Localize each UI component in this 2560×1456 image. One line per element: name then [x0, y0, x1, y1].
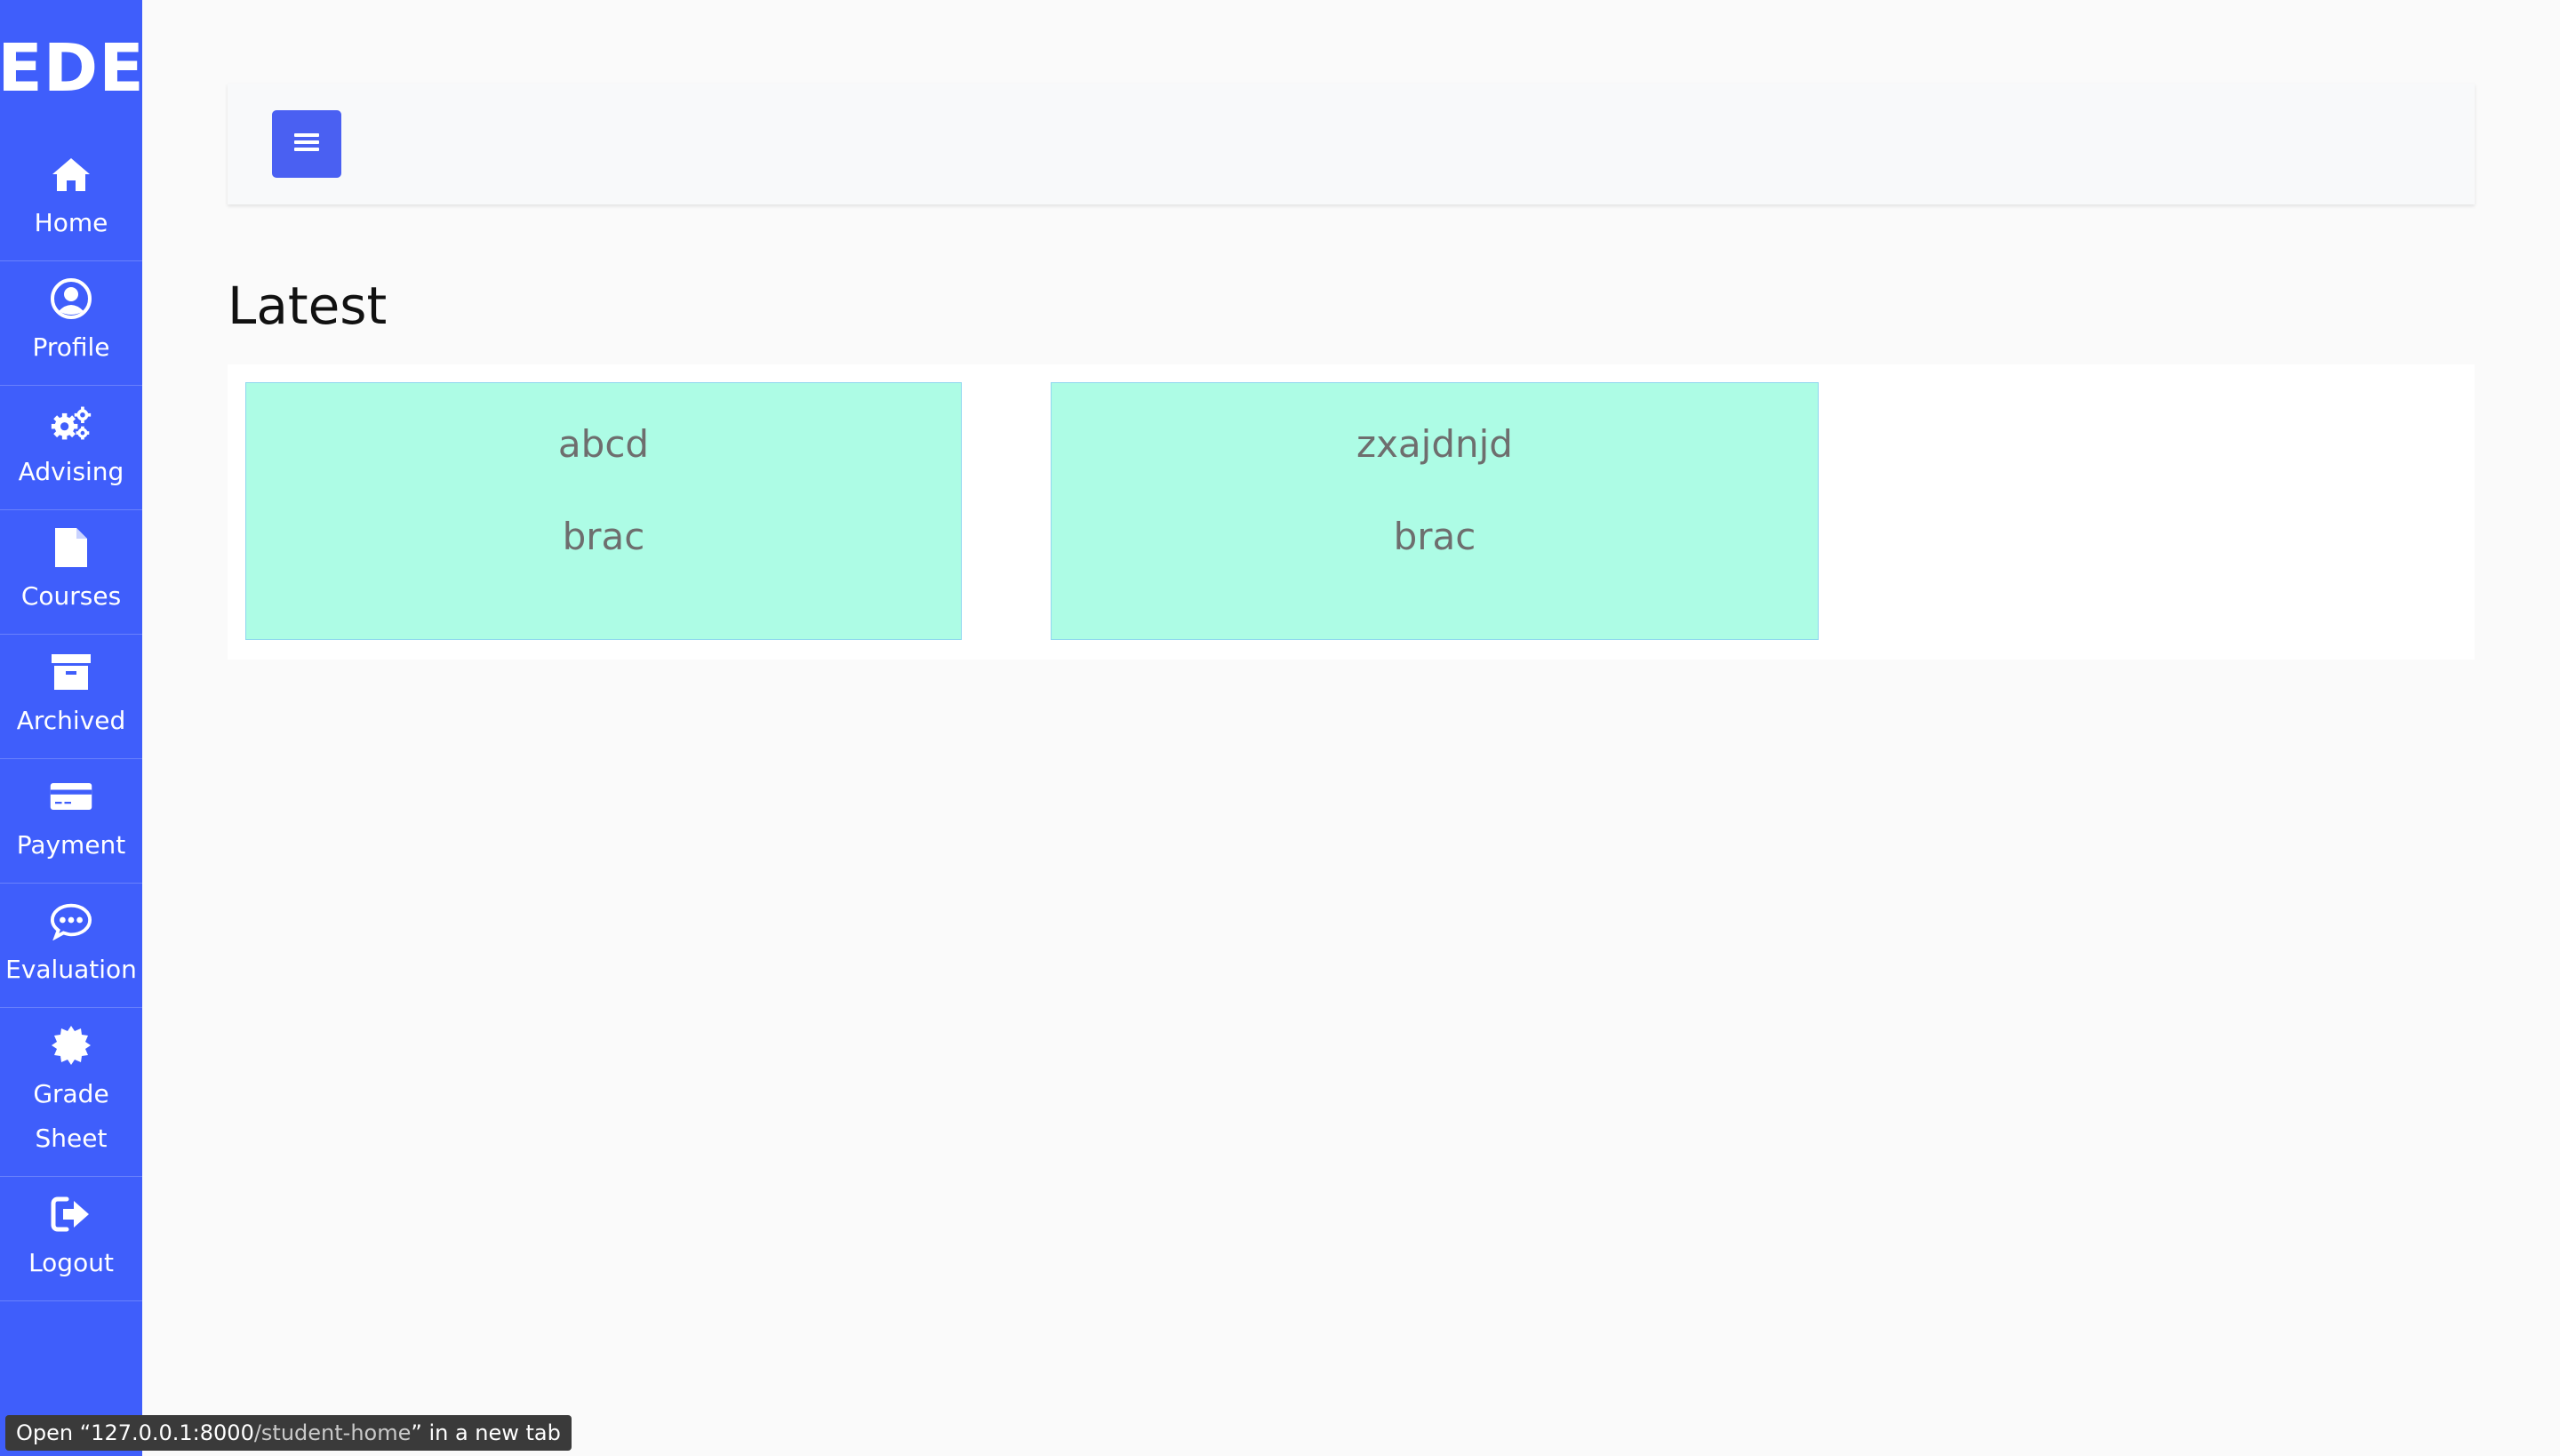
- card-subtitle: brac: [1393, 515, 1476, 558]
- sign-out-icon: [50, 1193, 92, 1236]
- sidebar-item-label: Advising: [18, 456, 124, 486]
- hamburger-icon: [294, 132, 319, 156]
- sidebar-item-label: Evaluation: [5, 954, 137, 984]
- sidebar-item-label: Logout: [28, 1247, 114, 1277]
- home-icon: [50, 153, 92, 196]
- logo[interactable]: EDE: [0, 0, 144, 137]
- sidebar-item-grade-sheet[interactable]: Grade Sheet: [0, 1008, 142, 1177]
- sidebar-item-logout[interactable]: Logout: [0, 1177, 142, 1301]
- card-subtitle: brac: [562, 515, 645, 558]
- card-title: zxajdnjd: [1356, 422, 1513, 466]
- course-card[interactable]: zxajdnjd brac: [1051, 382, 1819, 640]
- sidebar-item-label: Profile: [32, 332, 110, 362]
- status-path: /student-home: [253, 1420, 412, 1445]
- sidebar-item-label: Grade Sheet: [33, 1078, 109, 1153]
- sidebar-toggle-button[interactable]: [272, 110, 341, 178]
- course-card[interactable]: abcd brac: [245, 382, 962, 640]
- comment-dots-icon: [50, 900, 92, 942]
- sidebar-item-archived[interactable]: Archived: [0, 635, 142, 759]
- sidebar-item-label: Courses: [20, 580, 122, 611]
- status-suffix: ” in a new tab: [411, 1420, 561, 1445]
- sidebar-item-home[interactable]: Home: [0, 137, 142, 261]
- page-title: Latest: [228, 276, 388, 336]
- card-title: abcd: [557, 422, 650, 466]
- credit-card-icon: [50, 775, 92, 818]
- sidebar-item-courses[interactable]: Courses: [0, 510, 142, 635]
- archive-icon: [50, 651, 92, 693]
- sidebar-item-label: Home: [34, 207, 108, 237]
- status-host: 127.0.0.1:8000: [91, 1420, 254, 1445]
- sidebar-item-label: Payment: [16, 829, 126, 860]
- sidebar-item-advising[interactable]: Advising: [0, 386, 142, 510]
- latest-panel: abcd brac zxajdnjd brac: [228, 364, 2475, 660]
- file-icon: [50, 526, 92, 569]
- sidebar-item-payment[interactable]: Payment: [0, 759, 142, 884]
- top-navbar: [228, 84, 2475, 204]
- sidebar: EDE Home Profile Advising Courses Archiv…: [0, 0, 144, 1456]
- gears-icon: [50, 402, 92, 444]
- sidebar-item-label: Archived: [16, 705, 126, 735]
- user-circle-icon: [50, 277, 92, 320]
- link-status-tooltip: Open “127.0.0.1:8000/student-home” in a …: [5, 1415, 572, 1451]
- certificate-icon: [50, 1024, 92, 1067]
- sidebar-item-evaluation[interactable]: Evaluation: [0, 884, 142, 1008]
- status-prefix: Open “: [16, 1420, 92, 1445]
- sidebar-item-profile[interactable]: Profile: [0, 261, 142, 386]
